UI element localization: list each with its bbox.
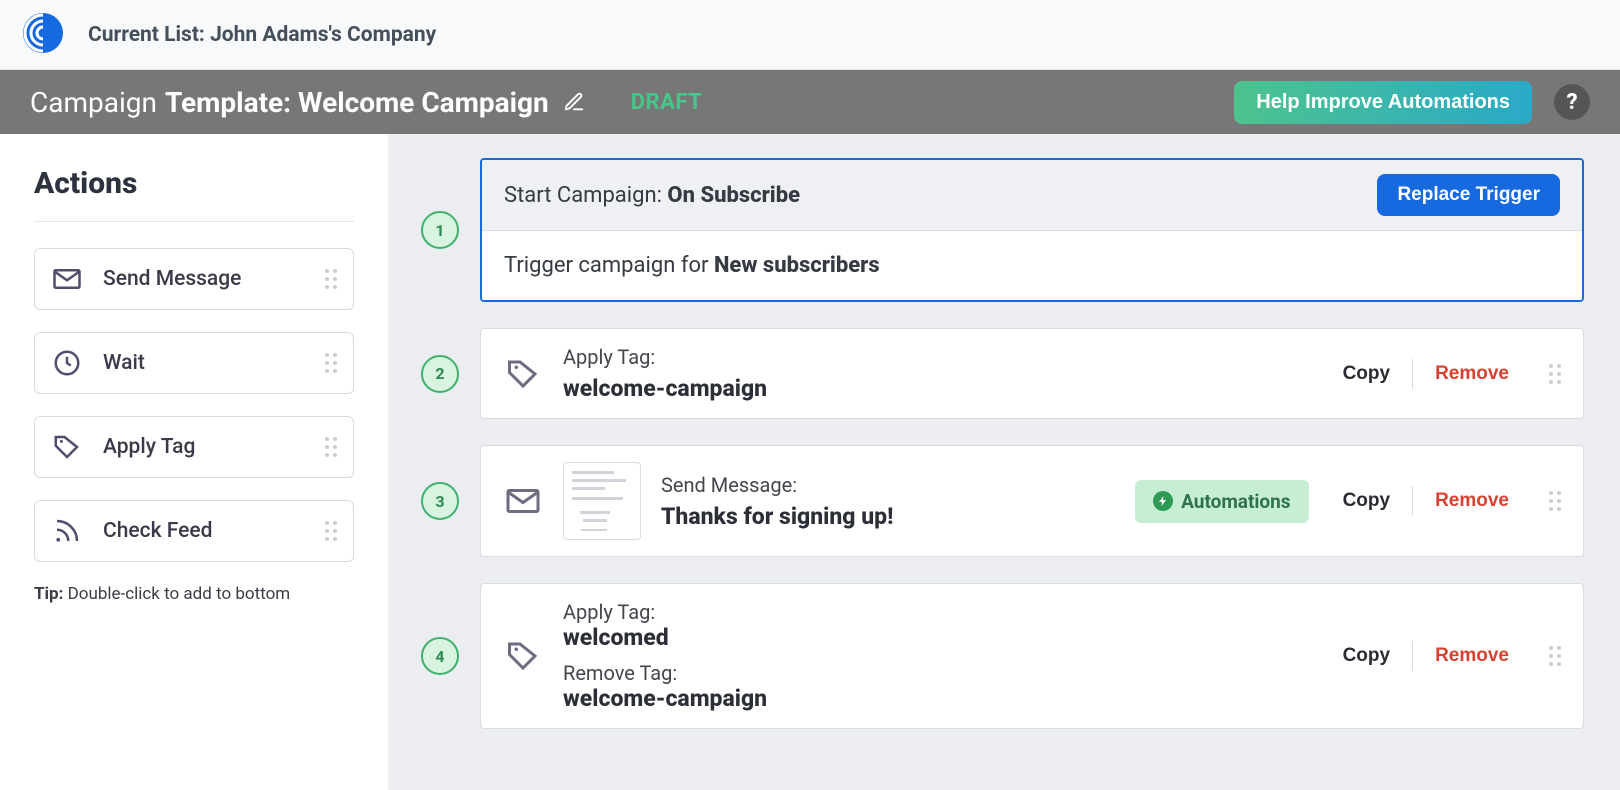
card-label: Apply Tag:	[563, 600, 655, 624]
edit-title-icon[interactable]	[563, 91, 585, 113]
step-number: 1	[421, 211, 459, 249]
tip-prefix: Tip:	[34, 584, 63, 604]
campaign-title: Template: Welcome Campaign	[165, 86, 549, 119]
tag-icon	[503, 354, 543, 394]
action-check-feed[interactable]: Check Feed	[34, 500, 354, 562]
send-message-card[interactable]: Send Message: Thanks for signing up! Aut…	[480, 445, 1584, 557]
step-row-4: 4 Apply Tag: welcomed Remove Tag: welcom…	[400, 583, 1584, 729]
status-badge: DRAFT	[631, 90, 703, 115]
message-thumbnail	[563, 462, 641, 540]
copy-button[interactable]: Copy	[1343, 490, 1391, 512]
card-label: Send Message:	[661, 473, 893, 497]
action-label: Wait	[103, 351, 325, 375]
help-improve-button[interactable]: Help Improve Automations	[1234, 81, 1532, 124]
action-label: Send Message	[103, 267, 325, 291]
campaign-header: Campaign Template: Welcome Campaign DRAF…	[0, 70, 1620, 134]
separator	[1412, 359, 1413, 389]
card-label: Remove Tag:	[563, 661, 677, 685]
step-row-3: 3 Send Message: Thanks for signing up!	[400, 445, 1584, 557]
tag-icon	[503, 636, 543, 676]
drag-handle-icon[interactable]	[325, 437, 337, 457]
action-label: Check Feed	[103, 519, 325, 543]
step-number: 3	[421, 482, 459, 520]
separator	[1412, 486, 1413, 516]
action-wait[interactable]: Wait	[34, 332, 354, 394]
drag-handle-icon[interactable]	[325, 353, 337, 373]
logo-icon	[22, 12, 88, 58]
trigger-title: Start Campaign: On Subscribe	[504, 183, 800, 208]
card-label: Apply Tag:	[563, 345, 767, 369]
trigger-card[interactable]: Start Campaign: On Subscribe Replace Tri…	[480, 158, 1584, 302]
replace-trigger-button[interactable]: Replace Trigger	[1377, 174, 1560, 216]
sidebar-tip: Tip: Double-click to add to bottom	[34, 584, 354, 604]
clock-icon	[51, 347, 83, 379]
sidebar-title: Actions	[34, 166, 354, 201]
separator	[1412, 641, 1413, 671]
step-number: 2	[421, 355, 459, 393]
top-bar: Current List: John Adams's Company	[0, 0, 1620, 70]
step-row-1: 1 Start Campaign: On Subscribe Replace T…	[400, 158, 1584, 302]
drag-handle-icon[interactable]	[1549, 491, 1561, 511]
copy-button[interactable]: Copy	[1343, 363, 1391, 385]
card-value: welcome-campaign	[563, 375, 767, 402]
bolt-icon	[1153, 491, 1173, 511]
card-value: welcomed	[563, 624, 767, 651]
automations-button[interactable]: Automations	[1135, 480, 1308, 523]
action-label: Apply Tag	[103, 435, 325, 459]
sidebar-divider	[34, 221, 354, 222]
drag-handle-icon[interactable]	[1549, 364, 1561, 384]
card-value: welcome-campaign	[563, 685, 767, 712]
remove-button[interactable]: Remove	[1435, 490, 1509, 512]
tag-card[interactable]: Apply Tag: welcomed Remove Tag: welcome-…	[480, 583, 1584, 729]
trigger-body: Trigger campaign for New subscribers	[482, 231, 1582, 300]
drag-handle-icon[interactable]	[325, 269, 337, 289]
apply-tag-card[interactable]: Apply Tag: welcome-campaign Copy Remove	[480, 328, 1584, 419]
action-apply-tag[interactable]: Apply Tag	[34, 416, 354, 478]
action-send-message[interactable]: Send Message	[34, 248, 354, 310]
envelope-icon	[503, 481, 543, 521]
drag-handle-icon[interactable]	[325, 521, 337, 541]
envelope-icon	[51, 263, 83, 295]
help-icon[interactable]: ?	[1554, 84, 1590, 120]
tip-text: Double-click to add to bottom	[68, 584, 291, 604]
feed-icon	[51, 515, 83, 547]
step-row-2: 2 Apply Tag: welcome-campaign Copy Remov…	[400, 328, 1584, 419]
tag-icon	[51, 431, 83, 463]
step-number: 4	[421, 637, 459, 675]
copy-button[interactable]: Copy	[1343, 645, 1391, 667]
drag-handle-icon[interactable]	[1549, 646, 1561, 666]
current-list-label: Current List: John Adams's Company	[88, 23, 436, 47]
card-value: Thanks for signing up!	[661, 503, 893, 530]
actions-sidebar: Actions Send Message Wait	[0, 134, 388, 790]
remove-button[interactable]: Remove	[1435, 645, 1509, 667]
remove-button[interactable]: Remove	[1435, 363, 1509, 385]
campaign-canvas: 1 Start Campaign: On Subscribe Replace T…	[388, 134, 1620, 790]
campaign-prefix: Campaign	[30, 86, 157, 119]
